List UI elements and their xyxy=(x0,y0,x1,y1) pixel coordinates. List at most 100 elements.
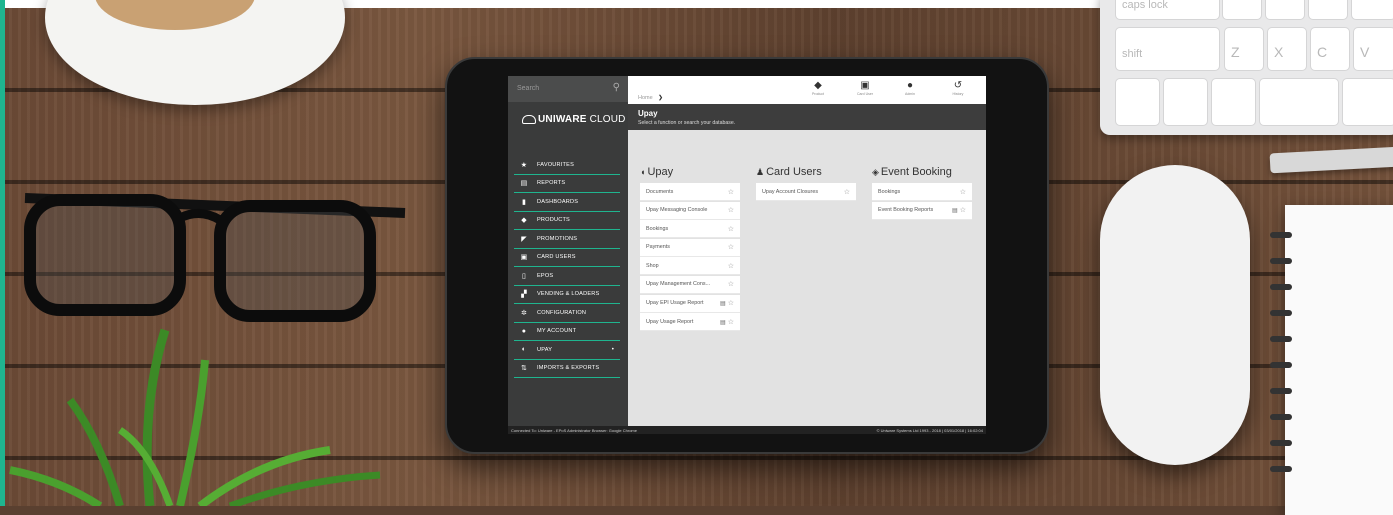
search-icon[interactable]: ⚲ xyxy=(613,82,620,93)
function-item[interactable]: Payments ☆ xyxy=(640,238,740,257)
keyboard-key xyxy=(1342,78,1393,126)
breadcrumb[interactable]: Home ❯ xyxy=(638,95,663,101)
favourite-star-icon[interactable]: ☆ xyxy=(728,207,734,214)
status-bar: Connected To: Uniware - EPoS Administrat… xyxy=(508,426,986,434)
z-key: Z xyxy=(1224,27,1264,71)
sidebar-item-vending-loaders[interactable]: ▞ VENDING & LOADERS xyxy=(514,286,620,304)
keyboard-key xyxy=(1265,0,1305,20)
item-actions: ☆ xyxy=(728,262,734,270)
keyboard-key xyxy=(1351,0,1393,20)
chevron-right-icon: ❯ xyxy=(658,95,663,101)
sidebar-item-label: IMPORTS & EXPORTS xyxy=(537,365,600,372)
shield-icon: ◖ xyxy=(640,167,646,177)
favourite-star-icon[interactable]: ☆ xyxy=(960,207,966,214)
section-heading-upay: ◖ Upay xyxy=(640,166,673,178)
function-item[interactable]: Upay Messaging Console ☆ xyxy=(640,201,740,220)
favourite-star-icon[interactable]: ☆ xyxy=(844,189,850,196)
v-key: V xyxy=(1353,27,1393,71)
item-actions: ▤ ☆ xyxy=(720,318,734,326)
toolbar-product-button[interactable]: ◆ Product xyxy=(804,80,832,96)
favourite-star-icon[interactable]: ☆ xyxy=(728,319,734,326)
function-item-label: Bookings xyxy=(878,188,901,195)
report-icon[interactable]: ▤ xyxy=(720,301,726,307)
sidebar-item-my-account[interactable]: ● MY ACCOUNT xyxy=(514,323,620,341)
toolbar-card-user-button[interactable]: ▣ Card User xyxy=(851,80,879,96)
function-item-label: Upay Messaging Console xyxy=(646,207,708,214)
sidebar-item-favourites[interactable]: ★ FAVOURITES xyxy=(514,156,620,175)
function-item[interactable]: Bookings ☆ xyxy=(872,183,972,201)
app-screen: Search ⚲ UNIWARE CLOUD ★ FAVOURITES ▤ REPOR… xyxy=(508,76,986,434)
search-input[interactable]: Search xyxy=(508,76,628,102)
sidebar-item-label: CARD USERS xyxy=(537,254,576,261)
sidebar-item-label: UPAY xyxy=(537,346,553,353)
item-actions: ☆ xyxy=(960,188,966,196)
user-icon: ● xyxy=(906,80,914,91)
function-item[interactable]: Documents ☆ xyxy=(640,183,740,201)
notebook-spiral xyxy=(1270,440,1292,446)
report-icon[interactable]: ▤ xyxy=(952,208,958,214)
sidebar-item-dashboards[interactable]: ▮ DASHBOARDS xyxy=(514,193,620,212)
sidebar-item-upay[interactable]: ◐ UPAY • xyxy=(514,341,620,360)
item-actions: ☆ xyxy=(728,206,734,214)
sidebar-item-label: PROMOTIONS xyxy=(537,235,578,242)
function-item[interactable]: Upay Account Closures ☆ xyxy=(756,183,856,201)
shield-icon: ◐ xyxy=(521,346,527,354)
caps-lock-key: caps lock xyxy=(1115,0,1220,20)
user-icon: ♟ xyxy=(756,167,765,177)
item-actions: ☆ xyxy=(728,280,734,288)
sidebar-item-label: DASHBOARDS xyxy=(537,198,579,205)
favourite-star-icon[interactable]: ☆ xyxy=(728,281,734,288)
gear-icon: ✲ xyxy=(520,309,528,317)
vending-icon: ▞ xyxy=(521,291,527,299)
notebook-spiral xyxy=(1270,232,1292,238)
function-item[interactable]: Upay Management Cons... ☆ xyxy=(640,275,740,294)
function-item[interactable]: Upay EPI Usage Report ▤ ☆ xyxy=(640,294,740,313)
bar-chart-icon: ▮ xyxy=(521,198,527,206)
favourite-star-icon[interactable]: ☆ xyxy=(728,244,734,251)
sidebar-item-label: REPORTS xyxy=(537,180,566,187)
function-item[interactable]: Shop ☆ xyxy=(640,257,740,276)
notebook-spiral xyxy=(1270,362,1292,368)
toolbar-history-button[interactable]: ↺ History xyxy=(944,80,972,96)
breadcrumb-home[interactable]: Home xyxy=(638,95,653,101)
sidebar-item-label: CONFIGURATION xyxy=(537,309,587,316)
sidebar-item-epos[interactable]: ▯ EPOS xyxy=(514,267,620,286)
section-heading-event-booking: ◈ Event Booking xyxy=(872,166,952,178)
sidebar-item-label: PRODUCTS xyxy=(537,217,570,224)
till-icon: ▯ xyxy=(521,272,527,280)
favourite-star-icon[interactable]: ☆ xyxy=(728,300,734,307)
page-subtitle: Select a function or search your databas… xyxy=(638,120,736,126)
connection-status: Connected To: Uniware - EPoS Administrat… xyxy=(511,428,637,433)
sidebar-item-reports[interactable]: ▤ REPORTS xyxy=(514,175,620,193)
function-item-label: Payments xyxy=(646,244,670,251)
function-item[interactable]: Bookings ☆ xyxy=(640,220,740,239)
report-icon[interactable]: ▤ xyxy=(720,320,726,326)
function-item[interactable]: Upay Usage Report ▤ ☆ xyxy=(640,313,740,332)
notebook-spiral xyxy=(1270,414,1292,420)
tag-icon: ◈ xyxy=(872,167,879,177)
cloud-icon xyxy=(522,114,536,124)
notebook-spiral xyxy=(1270,336,1292,342)
toolbar-admin-button[interactable]: ● Admin xyxy=(896,80,924,96)
item-actions: ☆ xyxy=(844,188,850,196)
keyboard-key xyxy=(1259,78,1339,126)
notebook-spiral xyxy=(1270,310,1292,316)
function-list: Upay Account Closures ☆ xyxy=(756,183,856,202)
favourite-star-icon[interactable]: ☆ xyxy=(728,189,734,196)
sidebar-item-configuration[interactable]: ✲ CONFIGURATION xyxy=(514,304,620,323)
id-card-icon: ▣ xyxy=(860,80,870,91)
sidebar-item-card-users[interactable]: ▣ CARD USERS xyxy=(514,249,620,267)
sidebar-item-imports-exports[interactable]: ⇅ IMPORTS & EXPORTS xyxy=(514,360,620,378)
sidebar-item-promotions[interactable]: ◤ PROMOTIONS xyxy=(514,230,620,249)
favourite-star-icon[interactable]: ☆ xyxy=(728,263,734,270)
function-item-label: Upay EPI Usage Report xyxy=(646,300,704,307)
section-heading-label: Card Users xyxy=(766,166,822,178)
keyboard-key xyxy=(1308,0,1348,20)
favourite-star-icon[interactable]: ☆ xyxy=(728,226,734,233)
favourite-star-icon[interactable]: ☆ xyxy=(960,189,966,196)
keyboard-key xyxy=(1211,78,1256,126)
page-title: Upay xyxy=(638,109,658,118)
keyboard: caps lock shift Z X C V xyxy=(1100,0,1393,135)
function-item[interactable]: Event Booking Reports ▤ ☆ xyxy=(872,201,972,220)
sidebar-item-products[interactable]: ◆ PRODUCTS xyxy=(514,212,620,230)
